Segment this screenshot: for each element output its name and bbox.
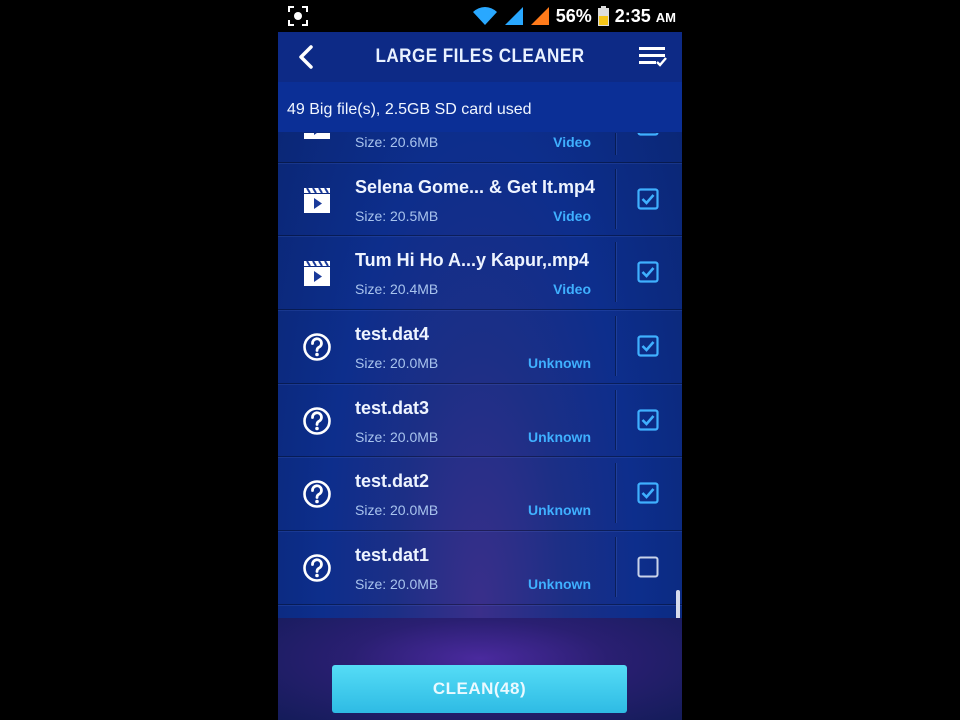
wifi-icon <box>472 7 497 25</box>
file-list[interactable]: Slide & Glide Tutorial.mp4Size: 20.6MBVi… <box>278 133 682 618</box>
row-divider <box>615 168 616 229</box>
checkbox-checked[interactable] <box>637 261 659 283</box>
file-size: Size: 20.0MB <box>355 428 439 445</box>
video-file-icon <box>302 258 332 288</box>
video-file-icon <box>302 185 332 215</box>
back-arrow-icon[interactable] <box>294 44 320 70</box>
battery-icon <box>597 6 609 26</box>
file-size: Size: 20.0MB <box>355 576 439 593</box>
select-menu-icon[interactable] <box>638 44 668 70</box>
checkbox-unchecked[interactable] <box>637 556 659 578</box>
file-list-items: Slide & Glide Tutorial.mp4Size: 20.6MBVi… <box>278 133 682 605</box>
file-name: test.dat2 <box>355 471 430 492</box>
file-name: test.dat3 <box>355 397 430 418</box>
checkbox-checked[interactable] <box>637 133 659 136</box>
battery-percent: 56% <box>555 5 592 26</box>
file-size: Size: 20.4MB <box>355 281 439 298</box>
file-size: Size: 20.6MB <box>355 134 439 150</box>
status-icons: 56% 2:35 AM <box>472 5 676 27</box>
file-type: Unknown <box>528 355 591 372</box>
clock-ampm: AM <box>655 9 676 25</box>
row-divider <box>615 463 616 524</box>
file-row[interactable]: Slide & Glide Tutorial.mp4Size: 20.6MBVi… <box>278 133 682 163</box>
unknown-file-icon <box>302 553 332 583</box>
clock: 2:35 AM <box>615 6 676 27</box>
file-name: test.dat1 <box>355 545 430 566</box>
clock-time: 2:35 <box>614 5 651 26</box>
file-type: Unknown <box>528 502 591 519</box>
file-row[interactable]: test.dat1 Size: 20.0MB Unknown <box>278 531 682 605</box>
file-size: Size: 20.5MB <box>355 207 439 224</box>
row-divider <box>615 316 616 377</box>
file-type: Video <box>553 207 591 224</box>
footer: CLEAN(48) <box>278 618 682 720</box>
page-title: LARGE FILES CLEANER <box>375 46 585 67</box>
row-divider <box>615 133 616 155</box>
status-bar: 56% 2:35 AM <box>278 0 682 32</box>
row-divider <box>615 537 616 598</box>
file-row[interactable]: test.dat3 Size: 20.0MB Unknown <box>278 384 682 458</box>
file-type: Unknown <box>528 576 591 593</box>
phone-screen: 56% 2:35 AM LARGE FILES CLEANER 49 Big f… <box>278 0 682 720</box>
file-type: Unknown <box>528 428 591 445</box>
file-size: Size: 20.0MB <box>355 355 439 372</box>
app-bar: LARGE FILES CLEANER <box>278 32 682 82</box>
signal-icon-2 <box>530 7 549 25</box>
signal-icon <box>504 7 523 25</box>
video-file-icon <box>302 133 332 141</box>
file-type: Video <box>553 281 591 298</box>
clean-button[interactable]: CLEAN(48) <box>332 665 627 713</box>
row-divider <box>615 389 616 450</box>
file-size: Size: 20.0MB <box>355 502 439 519</box>
file-name: test.dat4 <box>355 324 430 345</box>
file-row[interactable]: Selena Gome... & Get It.mp4 Size: 20.5MB V… <box>278 163 682 237</box>
storage-summary-text: 49 Big file(s), 2.5GB SD card used <box>287 101 532 118</box>
file-name: Tum Hi Ho A...y Kapur,.mp4 <box>355 250 590 271</box>
unknown-file-icon <box>302 406 332 436</box>
checkbox-checked[interactable] <box>637 482 659 505</box>
checkbox-checked[interactable] <box>637 335 659 357</box>
storage-summary: 49 Big file(s), 2.5GB SD card used <box>278 82 682 132</box>
checkbox-checked[interactable] <box>637 188 659 210</box>
file-row[interactable]: Tum Hi Ho A...y Kapur,.mp4 Size: 20.4MB Vi… <box>278 236 682 311</box>
file-name: Selena Gome... & Get It.mp4 <box>355 176 596 197</box>
file-type: Video <box>553 134 591 150</box>
screenshot-icon <box>288 6 308 26</box>
unknown-file-icon <box>302 479 332 509</box>
checkbox-checked[interactable] <box>637 409 659 431</box>
row-divider <box>615 242 616 303</box>
file-row[interactable]: test.dat2 Size: 20.0MB Unknown <box>278 457 682 532</box>
file-row[interactable]: test.dat4 Size: 20.0MB Unknown <box>278 310 682 384</box>
unknown-file-icon <box>302 332 332 362</box>
